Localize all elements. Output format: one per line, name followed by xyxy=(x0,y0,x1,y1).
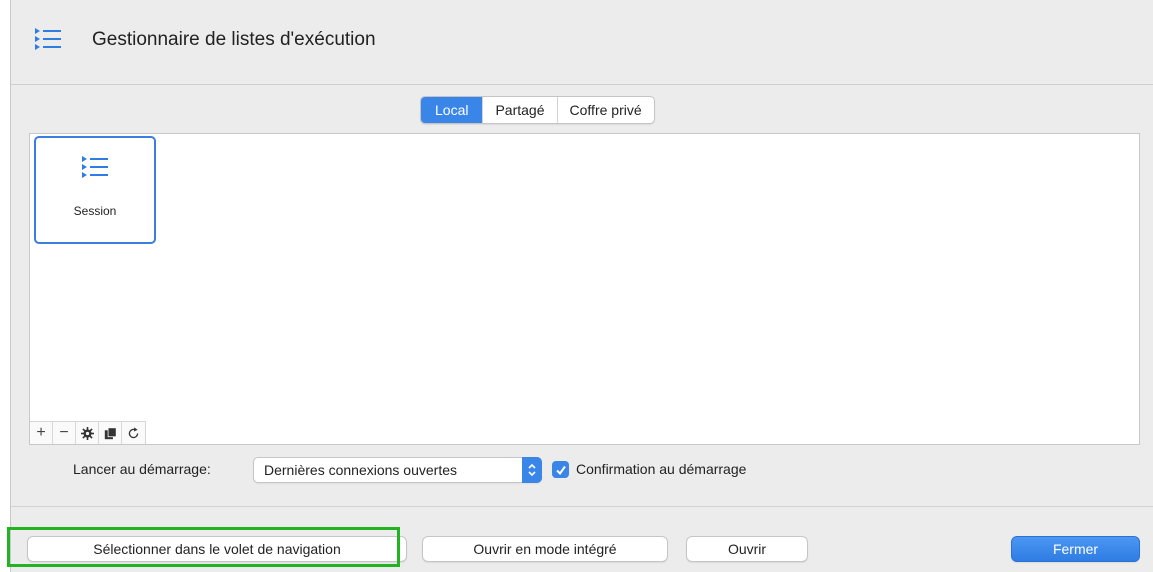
window-header: Gestionnaire de listes d'exécution xyxy=(11,0,1153,85)
checkmark-icon xyxy=(555,465,566,475)
launch-at-startup-value: Dernières connexions ouvertes xyxy=(264,462,457,478)
launch-at-startup-label: Lancer au démarrage: xyxy=(73,461,211,477)
select-in-navigation-button[interactable]: Sélectionner dans le volet de navigation xyxy=(27,536,407,562)
settings-button[interactable] xyxy=(76,422,99,444)
duplicate-button[interactable] xyxy=(99,422,122,444)
list-item-label: Session xyxy=(73,204,117,218)
run-list-grid: Session + − xyxy=(29,133,1140,445)
duplicate-icon xyxy=(104,426,117,439)
list-item-session[interactable]: Session xyxy=(34,136,156,244)
run-list-manager-window: Gestionnaire de listes d'exécution Local… xyxy=(10,0,1153,572)
open-button[interactable]: Ouvrir xyxy=(686,536,808,562)
footer-divider xyxy=(11,506,1153,507)
refresh-icon xyxy=(128,426,139,438)
tab-local[interactable]: Local xyxy=(421,97,483,123)
close-button[interactable]: Fermer xyxy=(1011,536,1140,562)
remove-button[interactable]: − xyxy=(53,422,76,444)
window-title: Gestionnaire de listes d'exécution xyxy=(92,29,376,50)
list-icon xyxy=(35,28,61,50)
confirm-at-startup-checkbox[interactable] xyxy=(552,461,569,478)
add-button[interactable]: + xyxy=(30,422,53,444)
refresh-button[interactable] xyxy=(122,422,145,444)
list-toolbar: + − xyxy=(30,421,146,444)
chevron-updown-icon xyxy=(522,457,542,483)
confirm-at-startup-label: Confirmation au démarrage xyxy=(576,461,747,477)
launch-at-startup-select[interactable]: Dernières connexions ouvertes xyxy=(253,457,542,483)
list-icon xyxy=(82,156,108,178)
tab-private-vault[interactable]: Coffre privé xyxy=(556,97,654,123)
open-embedded-button[interactable]: Ouvrir en mode intégré xyxy=(422,536,668,562)
location-tabs: Local Partagé Coffre privé xyxy=(420,96,655,124)
gear-icon xyxy=(80,426,94,440)
tab-shared[interactable]: Partagé xyxy=(482,97,556,123)
